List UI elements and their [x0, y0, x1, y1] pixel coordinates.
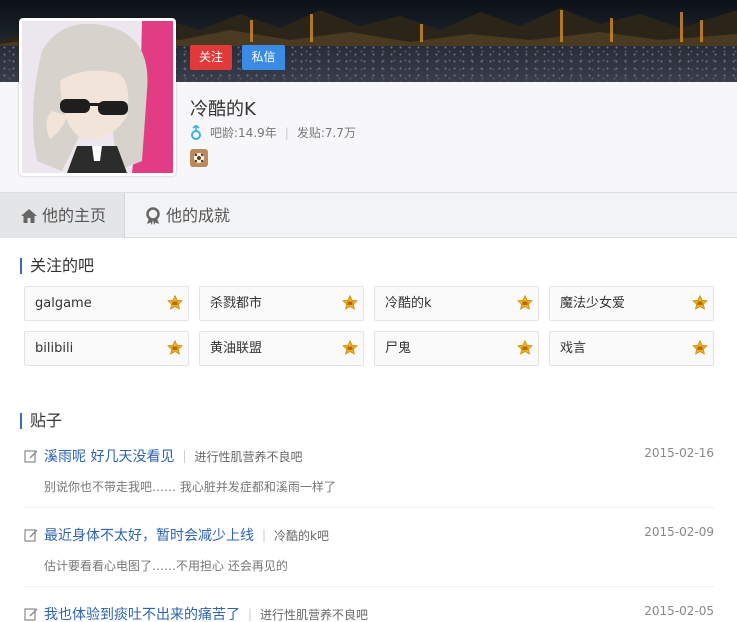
honor-badge-icon[interactable]: [190, 149, 208, 167]
medal-icon: [146, 206, 160, 225]
post-count: 发贴:7.7万: [296, 126, 356, 140]
post-title-link[interactable]: 溪雨呢 好几天没看见: [44, 446, 174, 466]
bar-age: 吧龄:14.9年: [210, 126, 277, 140]
post-bar-link[interactable]: 冷酷的k吧: [274, 527, 329, 544]
tab-achievements-label: 他的成就: [166, 206, 231, 225]
meta-separator: |: [284, 125, 289, 140]
level-badge-icon: [692, 340, 708, 355]
followed-bar-card[interactable]: 魔法少女爱: [549, 286, 714, 321]
post-item: 溪雨呢 好几天没看见 | 进行性肌营养不良吧 2015-02-16 别说你也不带…: [24, 446, 714, 495]
followed-bar-card[interactable]: bilibili: [24, 331, 189, 366]
tab-home[interactable]: 他的主页: [0, 193, 125, 238]
level-badge-icon: [342, 340, 358, 355]
followed-bars-title: 关注的吧: [20, 258, 94, 274]
profile-tabs: 他的主页 他的成就: [0, 192, 737, 238]
post-item: 最近身体不太好，暂时会减少上线 | 冷酷的k吧 2015-02-09 估计要看看…: [24, 525, 714, 574]
tab-achievements[interactable]: 他的成就: [144, 193, 230, 238]
post-title-link[interactable]: 我也体验到痰吐不出来的痛苦了: [44, 604, 240, 622]
followed-bar-name: 尸鬼: [385, 341, 412, 356]
home-icon: [21, 208, 37, 223]
post-separator: |: [182, 449, 187, 463]
message-button[interactable]: 私信: [242, 45, 285, 70]
level-badge-icon: [517, 340, 533, 355]
post-divider: [24, 586, 714, 587]
level-badge-icon: [167, 295, 183, 310]
tab-home-label: 他的主页: [42, 206, 107, 225]
followed-bar-name: 魔法少女爱: [560, 296, 626, 311]
username: 冷酷的K: [190, 99, 256, 120]
male-gender-icon: [191, 124, 201, 140]
badge-graphic: [194, 153, 204, 163]
post-separator: |: [248, 607, 253, 621]
avatar[interactable]: [19, 18, 176, 176]
level-badge-icon: [692, 295, 708, 310]
post-date: 2015-02-05: [644, 604, 714, 618]
followed-bar-name: 黄油联盟: [210, 341, 263, 356]
profile-meta: 吧龄:14.9年 | 发贴:7.7万: [190, 124, 356, 141]
followed-bar-card[interactable]: 戏言: [549, 331, 714, 366]
followed-bar-card[interactable]: galgame: [24, 286, 189, 321]
post-separator: |: [262, 528, 267, 542]
post-item: 我也体验到痰吐不出来的痛苦了 | 进行性肌营养不良吧 2015-02-05: [24, 604, 714, 622]
post-title-link[interactable]: 最近身体不太好，暂时会减少上线: [44, 525, 254, 545]
followed-bar-name: 杀戮都市: [210, 296, 263, 311]
avatar-illustration: [22, 21, 173, 173]
post-snippet: 估计要看看心电图了……不用担心 还会再见的: [44, 559, 288, 573]
post-snippet: 别说你也不带走我吧…… 我心脏并发症都和溪雨一样了: [44, 480, 336, 494]
follow-button[interactable]: 关注: [190, 45, 232, 70]
post-bar-link[interactable]: 进行性肌营养不良吧: [195, 448, 303, 465]
post-bar-link[interactable]: 进行性肌营养不良吧: [260, 606, 368, 622]
followed-bar-name: 冷酷的k: [385, 296, 432, 311]
edit-icon: [24, 450, 38, 463]
followed-bar-card[interactable]: 杀戮都市: [199, 286, 364, 321]
posts-title: 贴子: [20, 413, 62, 429]
edit-icon: [24, 608, 38, 621]
level-badge-icon: [517, 295, 533, 310]
followed-bar-name: bilibili: [35, 341, 74, 356]
level-badge-icon: [342, 295, 358, 310]
post-date: 2015-02-16: [644, 446, 714, 460]
followed-bar-card[interactable]: 尸鬼: [374, 331, 539, 366]
post-date: 2015-02-09: [644, 525, 714, 539]
post-divider: [24, 507, 714, 508]
followed-bar-card[interactable]: 冷酷的k: [374, 286, 539, 321]
edit-icon: [24, 529, 38, 542]
followed-bar-name: galgame: [35, 296, 92, 311]
level-badge-icon: [167, 340, 183, 355]
followed-bar-name: 戏言: [560, 341, 587, 356]
followed-bar-card[interactable]: 黄油联盟: [199, 331, 364, 366]
